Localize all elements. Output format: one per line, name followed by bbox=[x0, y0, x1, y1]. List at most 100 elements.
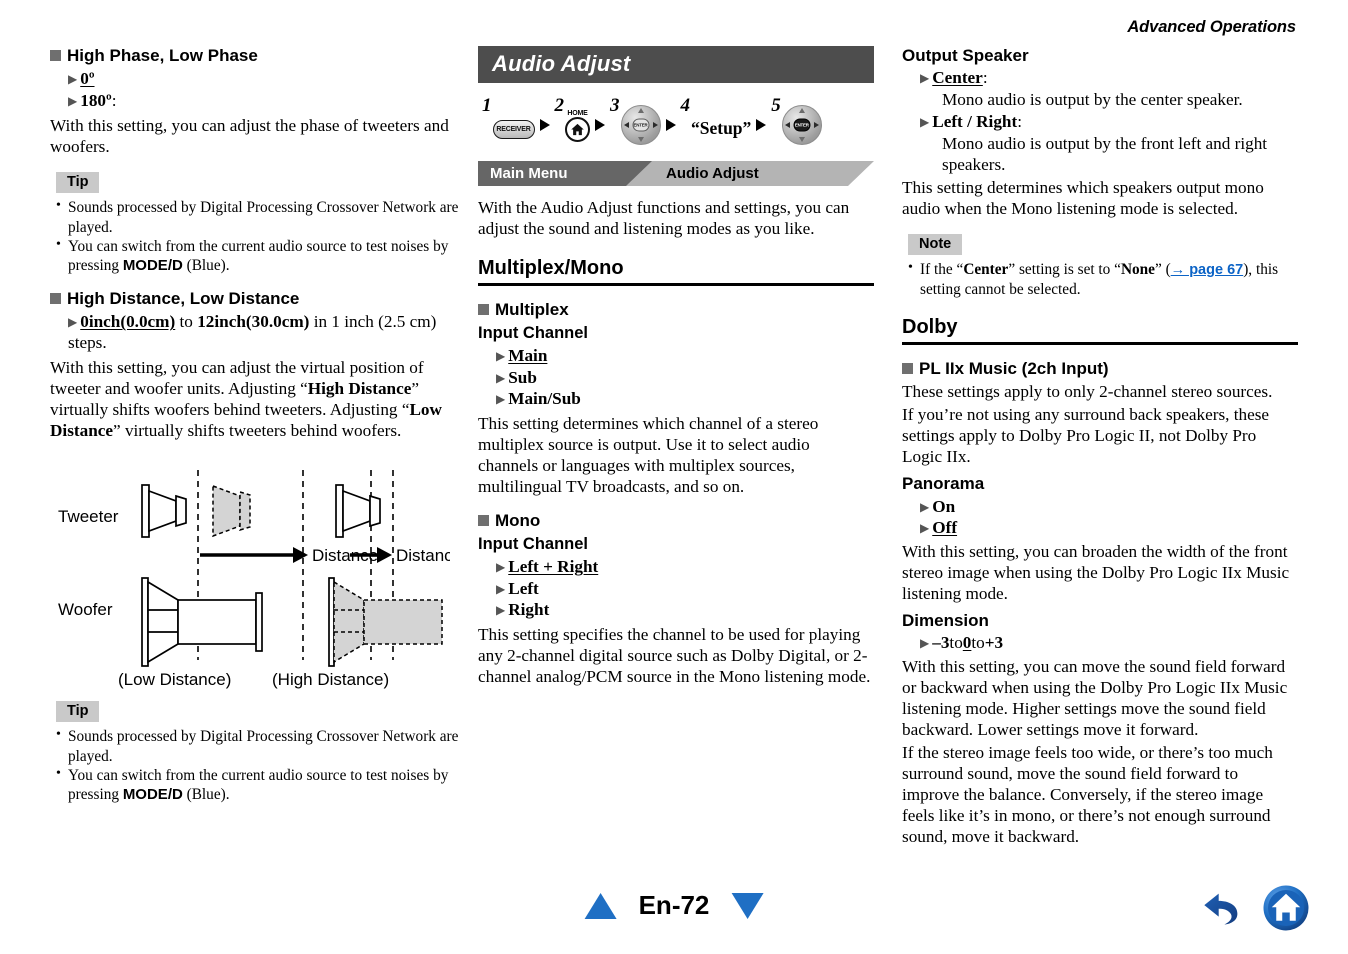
paragraph-audio-adjust-intro: With the Audio Adjust functions and sett… bbox=[478, 198, 850, 238]
dpad-right-arrow-icon[interactable] bbox=[652, 122, 658, 128]
home-icon[interactable] bbox=[1262, 884, 1310, 932]
heading-label: Multiplex bbox=[495, 299, 569, 319]
subheading-input-channel-multiplex: Input Channel bbox=[478, 324, 588, 343]
tip-label-box-2: Tip bbox=[56, 700, 100, 723]
triangle-marker-icon: ▶ bbox=[496, 392, 506, 407]
dpad-left-arrow-icon[interactable] bbox=[623, 122, 629, 128]
range-from: 0inch(0.0cm) bbox=[80, 312, 176, 332]
dpad-left-arrow-icon[interactable] bbox=[784, 122, 790, 128]
list-item: You can switch from the current audio so… bbox=[56, 236, 470, 276]
key-name: MODE/D bbox=[122, 257, 183, 275]
paragraph-high-distance-body: With this setting, you can adjust the vi… bbox=[50, 358, 470, 442]
dpad-right-arrow-icon[interactable] bbox=[813, 122, 819, 128]
dpad-up-arrow-icon[interactable] bbox=[637, 108, 644, 113]
option-label: Right bbox=[508, 600, 550, 620]
option-description-left-right: Mono audio is output by the front left a… bbox=[942, 133, 1268, 174]
paragraph-mono-body: This setting specifies the channel to be… bbox=[478, 625, 871, 687]
middle-column: Audio Adjust 1 RECEIVER 2 HOME 3 ENTER 4… bbox=[478, 46, 874, 850]
breadcrumb-parent[interactable]: Main Menu bbox=[478, 161, 626, 186]
step-arrow-icon bbox=[665, 119, 676, 131]
triangle-marker-icon: ▶ bbox=[496, 560, 506, 575]
step-number-3: 3 bbox=[610, 95, 620, 116]
section-title-bar: Audio Adjust bbox=[478, 46, 874, 83]
receiver-button-icon[interactable]: RECEIVER bbox=[492, 120, 535, 139]
triangle-marker-icon: ▶ bbox=[920, 71, 930, 86]
option-panorama-on: ▶ On bbox=[920, 497, 1298, 518]
triangle-marker-icon: ▶ bbox=[920, 499, 930, 514]
option-distance-range: ▶ 0inch(0.0cm) to 12inch(30.0cm) in 1 inc… bbox=[68, 312, 470, 353]
breadcrumb-divider bbox=[626, 161, 652, 186]
breadcrumb-current: Audio Adjust bbox=[652, 161, 874, 186]
three-column-layout: High Phase, Low Phase ▶ 0º ▶ 180º: With … bbox=[0, 46, 1348, 850]
triangle-marker-icon: ▶ bbox=[68, 94, 78, 109]
back-arrow-icon[interactable] bbox=[1200, 885, 1246, 931]
dpad-down-arrow-icon[interactable] bbox=[637, 137, 644, 142]
subheading-output-speaker: Output Speaker bbox=[902, 46, 1029, 65]
option-label: Left bbox=[508, 578, 539, 598]
page-reference-link[interactable]: → page 67 bbox=[1171, 262, 1244, 278]
enter-button[interactable]: ENTER bbox=[632, 118, 649, 132]
note-part-1: If the “ bbox=[920, 261, 964, 279]
section-heading-dolby: Dolby bbox=[902, 315, 1298, 345]
page-number: En-72 bbox=[638, 890, 710, 920]
home-button-group[interactable]: HOME bbox=[565, 110, 590, 142]
paragraph-output-speaker-body: This setting determines which speakers o… bbox=[902, 177, 1264, 218]
home-button-label: HOME bbox=[567, 110, 588, 117]
list-item: If the “Center” setting is set to “None”… bbox=[908, 259, 1298, 299]
tip-text-suffix: (Blue). bbox=[182, 257, 230, 275]
triangle-marker-icon: ▶ bbox=[496, 581, 506, 596]
paragraph-high-phase-body: With this setting, you can adjust the ph… bbox=[50, 115, 449, 156]
option-colon: : bbox=[1017, 112, 1022, 132]
paragraph-dolby-body-1: These settings apply to only 2-channel s… bbox=[902, 382, 1273, 402]
note-list: If the “Center” setting is set to “None”… bbox=[908, 259, 1298, 299]
option-output-center: ▶ Center: bbox=[920, 68, 1298, 89]
house-glyph bbox=[571, 123, 584, 136]
enter-button[interactable]: ENTER bbox=[793, 118, 811, 132]
dpad-up-arrow-icon[interactable] bbox=[798, 108, 805, 113]
heading-high-distance-low-distance: High Distance, Low Distance bbox=[50, 289, 470, 309]
step-4-menu-label: “Setup” bbox=[691, 118, 752, 138]
navigation-dpad-icon[interactable]: ENTER bbox=[620, 105, 661, 145]
note-part-2: ” setting is set to “ bbox=[1008, 261, 1121, 279]
caption-right: (High Distance) bbox=[272, 670, 389, 689]
paragraph-dolby-body-2: If you’re not using any surround back sp… bbox=[902, 405, 1270, 467]
next-page-triangle-icon[interactable] bbox=[731, 892, 764, 919]
home-icon[interactable] bbox=[565, 117, 590, 142]
paragraph-dimension-body-2: If the stereo image feels too wide, or t… bbox=[902, 742, 1273, 846]
dpad-down-arrow-icon[interactable] bbox=[798, 137, 805, 142]
note-part-3: ” ( bbox=[1154, 261, 1171, 279]
option-label: Left / Right bbox=[932, 112, 1018, 132]
option-mono-left: ▶ Left bbox=[496, 579, 874, 600]
distance-label-right: Distance bbox=[396, 546, 450, 565]
section-heading-multiplex-mono: Multiplex/Mono bbox=[478, 256, 874, 286]
option-phase-180: ▶ 180º: bbox=[68, 91, 470, 112]
triangle-marker-icon: ▶ bbox=[68, 72, 78, 87]
step-number-2: 2 bbox=[554, 95, 565, 116]
step-number-4: 4 bbox=[680, 95, 691, 116]
running-head: Advanced Operations bbox=[1127, 18, 1296, 36]
note-bold-1: Center bbox=[963, 261, 1009, 279]
square-bullet-icon bbox=[50, 50, 61, 61]
prev-page-triangle-icon[interactable] bbox=[584, 892, 617, 919]
range-to: 12inch(30.0cm) bbox=[197, 312, 310, 332]
operation-steps: 1 RECEIVER 2 HOME 3 ENTER 4 “Setup” 5 EN… bbox=[478, 93, 874, 149]
step-arrow-icon bbox=[595, 119, 605, 131]
note-label-box: Note bbox=[908, 233, 963, 256]
option-label: Center bbox=[932, 68, 983, 88]
heading-mono: Mono bbox=[478, 511, 874, 531]
square-bullet-icon bbox=[478, 303, 489, 315]
speaker-distance-diagram: Tweeter Woofer Distance Distanc (Low Dis… bbox=[50, 460, 470, 695]
key-name: MODE/D bbox=[122, 786, 183, 804]
triangle-marker-icon: ▶ bbox=[496, 603, 506, 618]
left-column: High Phase, Low Phase ▶ 0º ▶ 180º: With … bbox=[50, 46, 470, 850]
range-sep-1: to bbox=[949, 633, 963, 653]
body-part-3: ” virtually shifts tweeters behind woofe… bbox=[113, 420, 402, 440]
body-bold-1: High Distance bbox=[307, 378, 412, 398]
option-description-center: Mono audio is output by the center speak… bbox=[942, 90, 1243, 110]
step-number-1: 1 bbox=[482, 95, 492, 116]
manual-page: Advanced Operations High Phase, Low Phas… bbox=[0, 0, 1348, 954]
option-label: Main bbox=[508, 346, 548, 366]
diagram-svg: Tweeter Woofer Distance Distanc (Low Dis… bbox=[58, 469, 462, 689]
option-label: On bbox=[932, 496, 956, 516]
navigation-dpad-enter-icon[interactable]: ENTER bbox=[781, 105, 822, 145]
